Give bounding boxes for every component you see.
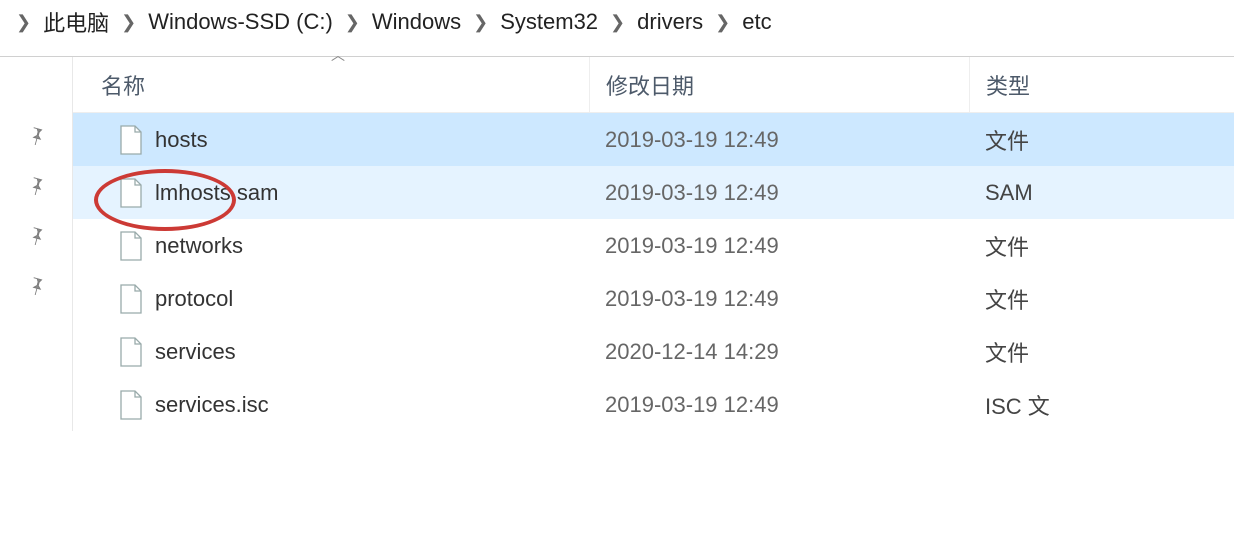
file-type: ISC 文 (969, 389, 1234, 421)
file-date: 2020-12-14 14:29 (589, 339, 969, 365)
breadcrumb[interactable]: ❯ 此电脑 ❯ Windows-SSD (C:) ❯ Windows ❯ Sys… (0, 0, 1234, 50)
file-date: 2019-03-19 12:49 (589, 233, 969, 259)
file-type: 文件 (969, 230, 1234, 262)
file-type: 文件 (969, 124, 1234, 156)
file-date: 2019-03-19 12:49 (589, 392, 969, 418)
breadcrumb-item[interactable]: Windows (372, 9, 461, 35)
chevron-right-icon[interactable]: ❯ (707, 12, 738, 33)
file-name: hosts (155, 127, 208, 153)
file-type: 文件 (969, 283, 1234, 315)
file-name: services (155, 339, 236, 365)
file-list: ︿ 名称 修改日期 类型 hosts2019-03-19 12:49文件lmho… (72, 57, 1234, 431)
file-name: protocol (155, 286, 233, 312)
file-icon (119, 231, 143, 261)
file-row[interactable]: hosts 2019-03-19 12:49文件 (73, 113, 1234, 166)
file-row[interactable]: protocol 2019-03-19 12:49文件 (73, 272, 1234, 325)
sort-ascending-icon[interactable]: ︿ (331, 45, 345, 65)
breadcrumb-item[interactable]: drivers (637, 9, 703, 35)
breadcrumb-item[interactable]: etc (742, 9, 771, 35)
file-date: 2019-03-19 12:49 (589, 127, 969, 153)
file-row[interactable]: lmhosts.sam 2019-03-19 12:49SAM (73, 166, 1234, 219)
pin-icon[interactable] (26, 125, 46, 151)
column-header-date[interactable]: 修改日期 (589, 57, 969, 113)
file-icon (119, 125, 143, 155)
file-date: 2019-03-19 12:49 (589, 180, 969, 206)
file-icon (119, 390, 143, 420)
file-icon (119, 178, 143, 208)
chevron-right-icon[interactable]: ❯ (337, 12, 368, 33)
breadcrumb-item[interactable]: System32 (500, 9, 598, 35)
chevron-right-icon[interactable]: ❯ (602, 12, 633, 33)
file-row[interactable]: services.isc 2019-03-19 12:49ISC 文 (73, 378, 1234, 431)
file-type: SAM (969, 180, 1234, 206)
file-icon (119, 337, 143, 367)
file-icon (119, 284, 143, 314)
pin-icon[interactable] (26, 275, 46, 301)
breadcrumb-item[interactable]: Windows-SSD (C:) (148, 9, 333, 35)
column-header-type[interactable]: 类型 (969, 57, 1234, 113)
quick-access-sidebar (0, 57, 72, 431)
column-header-name[interactable]: 名称 (73, 69, 589, 101)
file-name: services.isc (155, 392, 269, 418)
pin-icon[interactable] (26, 175, 46, 201)
file-date: 2019-03-19 12:49 (589, 286, 969, 312)
file-row[interactable]: services 2020-12-14 14:29文件 (73, 325, 1234, 378)
file-name: networks (155, 233, 243, 259)
column-headers: ︿ 名称 修改日期 类型 (73, 57, 1234, 113)
chevron-right-icon[interactable]: ❯ (113, 12, 144, 33)
chevron-right-icon[interactable]: ❯ (465, 12, 496, 33)
pin-icon[interactable] (26, 225, 46, 251)
file-type: 文件 (969, 336, 1234, 368)
file-name: lmhosts.sam (155, 180, 278, 206)
file-row[interactable]: networks 2019-03-19 12:49文件 (73, 219, 1234, 272)
breadcrumb-item[interactable]: 此电脑 (43, 6, 109, 38)
chevron-right-icon[interactable]: ❯ (8, 12, 39, 33)
